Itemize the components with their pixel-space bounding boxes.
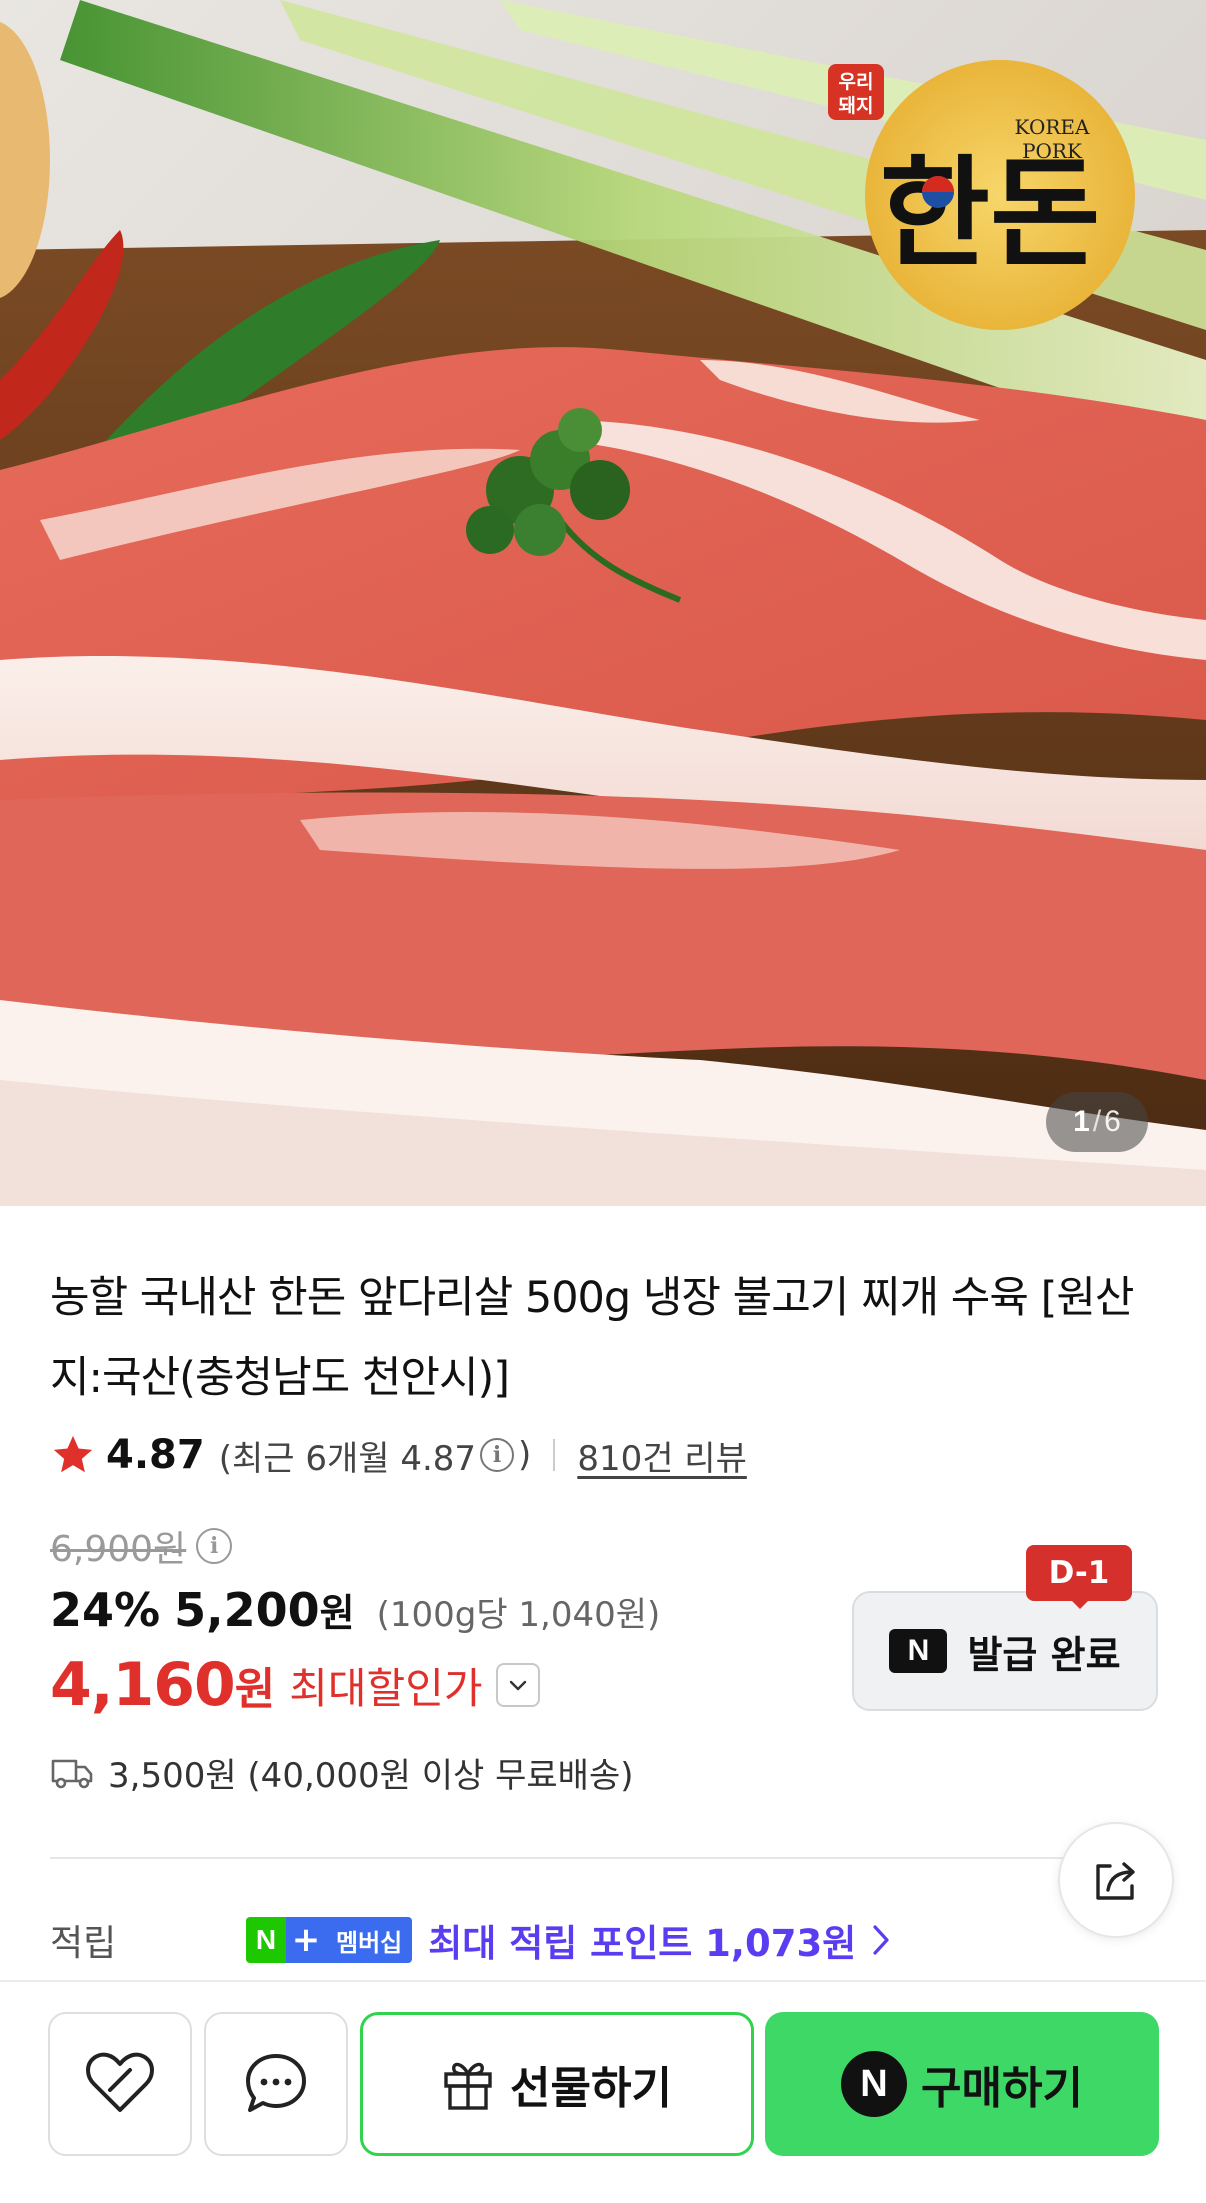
image-counter-total: 6 [1104,1105,1121,1138]
talk-button[interactable] [204,2012,348,2156]
product-image-gallery[interactable]: 우리 돼지 KOREA PORK 한돈 1 / 6 [0,0,1206,1206]
image-counter-separator: / [1092,1105,1102,1138]
rating-recent: (최근 6개월 4.87 i ) [219,1431,532,1480]
rating-row: 4.87 (최근 6개월 4.87 i ) 810건 리뷰 [50,1425,747,1485]
coupon-area: N 발급 완료 D-1 [852,1545,1158,1713]
max-discount-currency: 원 [234,1664,276,1715]
max-discount-label: 최대할인가 [289,1663,483,1713]
product-photo: 우리 돼지 KOREA PORK 한돈 [0,0,1206,1206]
chevron-down-icon [510,1680,527,1691]
rating-score: 4.87 [106,1432,205,1478]
original-price: 6,900원 [50,1529,187,1570]
rating-recent-close: ) [518,1435,532,1475]
price-info-icon[interactable]: i [196,1528,233,1564]
buy-button[interactable]: N 구매하기 [765,2012,1159,2156]
max-discount-price: 4,160 [50,1650,236,1720]
svg-text:한돈: 한돈 [880,143,1101,284]
sale-price: 5,200 [174,1583,320,1637]
coupon-label: 발급 완료 [967,1632,1121,1677]
naver-membership-badge: N + 멤버십 [246,1917,413,1963]
membership-plus: + [286,1917,326,1963]
star-icon [53,1435,93,1473]
product-title: 농할 국내산 한돈 앞다리살 500g 냉장 불고기 찌개 수육 [원산지:국산… [50,1273,1134,1403]
gift-button[interactable]: 선물하기 [360,2012,754,2156]
points-row[interactable]: 적립 N + 멤버십 최대 적립 포인트 1,073원 [50,1910,892,1970]
gift-icon [444,2062,492,2110]
coupon-issued-button[interactable]: N 발급 완료 [852,1591,1158,1711]
rating-recent-text: (최근 6개월 4.87 [218,1438,477,1479]
svg-text:돼지: 돼지 [839,95,874,117]
max-discount-row: 4,160 원 최대할인가 [50,1650,541,1720]
share-icon [1096,1862,1135,1900]
review-count-link[interactable]: 810건 리뷰 [577,1431,747,1480]
chevron-right-icon [873,1925,889,1955]
section-divider [50,1857,1110,1859]
buy-button-label: 구매하기 [921,2063,1083,2114]
truck-icon [51,1759,93,1788]
sale-price-currency: 원 [319,1591,355,1635]
dday-badge-tail [1070,1599,1090,1609]
max-points-text: 최대 적립 포인트 1,073원 [428,1922,857,1965]
naver-n-icon: N [889,1629,948,1673]
shipping-row: 3,500원 (40,000원 이상 무료배송) [50,1748,634,1797]
sale-price-row: 24% 5,200 원 (100g당 1,040원) [50,1582,660,1637]
chat-bubble-icon [246,2054,306,2112]
bottom-action-bar: 선물하기 N 구매하기 [0,1980,1206,2203]
discount-percent: 24% [50,1583,161,1637]
share-button[interactable] [1058,1822,1174,1938]
points-label: 적립 [50,1923,117,1964]
shipping-text: 3,500원 (40,000원 이상 무료배송) [108,1756,634,1796]
image-counter: 1 / 6 [1046,1092,1148,1152]
svg-text:우리: 우리 [839,71,874,93]
max-discount-toggle[interactable] [496,1663,541,1707]
unit-price: (100g당 1,040원) [376,1595,661,1635]
svg-text:KOREA: KOREA [1015,115,1090,139]
membership-n: N [246,1917,286,1963]
original-price-row: 6,900원 i [50,1520,236,1572]
gift-button-label: 선물하기 [510,2063,672,2114]
heart-icon [86,2052,154,2112]
image-counter-current: 1 [1073,1105,1090,1138]
info-icon[interactable]: i [480,1438,515,1472]
wishlist-button[interactable] [48,2012,192,2156]
dday-badge: D-1 [1026,1545,1132,1601]
membership-text: 멤버십 [326,1917,413,1963]
divider [553,1439,556,1471]
naver-pay-n-icon: N [841,2051,908,2117]
